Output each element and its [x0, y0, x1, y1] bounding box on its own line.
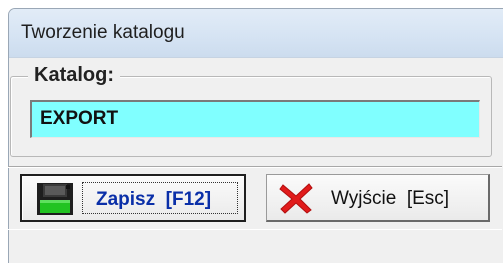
- save-button[interactable]: Zapisz [F12]: [20, 174, 246, 222]
- exit-button[interactable]: Wyjście [Esc]: [266, 174, 490, 222]
- title-bar[interactable]: Tworzenie katalogu: [9, 9, 503, 58]
- floppy-disk-icon: [37, 183, 73, 215]
- red-x-icon: [279, 183, 313, 214]
- exit-button-label: Wyjście [Esc]: [331, 188, 450, 209]
- save-button-label: Zapisz [F12]: [96, 189, 212, 210]
- catalog-label: Katalog:: [28, 64, 120, 87]
- catalog-name-input[interactable]: EXPORT: [30, 100, 480, 138]
- window-title: Tworzenie katalogu: [21, 22, 185, 43]
